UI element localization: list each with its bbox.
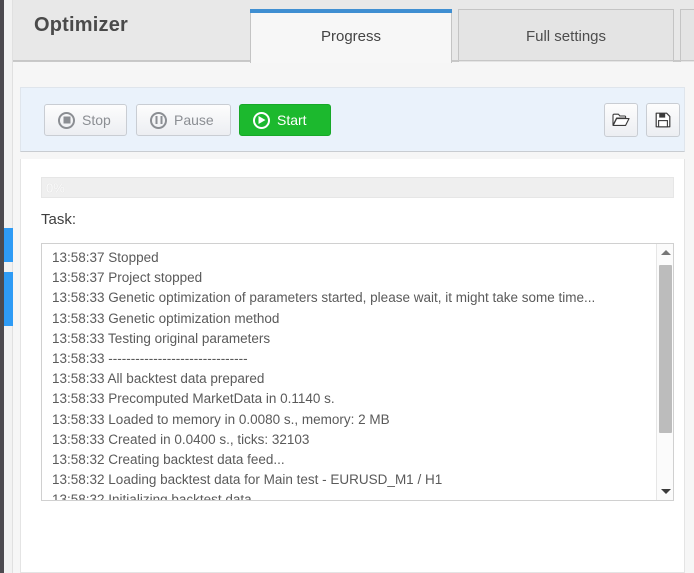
scroll-down-arrow-icon[interactable] [657, 483, 673, 500]
progress-percent-label: 0% [46, 180, 65, 195]
floppy-save-icon [655, 112, 671, 128]
pause-button[interactable]: Pause [136, 104, 231, 136]
log-line: 13:58:37 Project stopped [52, 270, 203, 286]
tab-progress-label: Progress [320, 27, 382, 45]
content-area: Stop Pause Start 0% Task: 13:58:37 Stopp… [13, 62, 694, 573]
tab-overflow[interactable] [680, 9, 694, 62]
scroll-up-arrow-icon[interactable] [657, 244, 673, 261]
scrollbar-thumb[interactable] [659, 265, 672, 433]
progress-bar: 0% [41, 177, 674, 198]
tab-strip: Optimizer Progress Full settings [4, 0, 694, 63]
log-line: 13:58:33 Created in 0.0400 s., ticks: 32… [52, 431, 310, 447]
log-line: 13:58:33 Loaded to memory in 0.0080 s., … [52, 411, 390, 427]
pause-button-label: Pause [174, 112, 214, 128]
log-line: 13:58:37 Stopped [52, 250, 159, 265]
log-line: 13:58:33 Genetic optimization method [52, 310, 280, 326]
optimizer-window: Optimizer Progress Full settings Stop Pa… [0, 0, 694, 573]
log-line: 13:58:32 Creating backtest data feed... [52, 452, 285, 468]
stop-button[interactable]: Stop [44, 104, 127, 136]
start-button[interactable]: Start [239, 104, 331, 136]
log-line: 13:58:33 Precomputed MarketData in 0.114… [52, 391, 335, 407]
log-line: 13:58:33 Testing original parameters [52, 330, 271, 346]
log-scrollbar[interactable] [656, 244, 673, 500]
tab-full-settings-label: Full settings [525, 27, 607, 45]
log-line: 13:58:33 Genetic optimization of paramet… [52, 290, 596, 306]
log-line: 13:58:32 Loading backtest data for Main … [52, 472, 443, 488]
log-line: 13:58:33 All backtest data prepared [52, 371, 265, 387]
stop-icon [58, 111, 75, 129]
run-toolbar: Stop Pause Start [20, 87, 685, 152]
play-icon [253, 111, 270, 129]
log-line: 13:58:33 ------------------------------- [52, 351, 248, 367]
tab-progress[interactable]: Progress [250, 9, 452, 63]
sidebar-accent-item-2[interactable] [4, 272, 13, 326]
pause-icon [150, 111, 167, 129]
progress-card: 0% Task: 13:58:37 Stopped 13:58:37 Projec… [20, 159, 685, 573]
log-line-list: 13:58:37 Stopped 13:58:37 Project stopped… [42, 248, 655, 500]
window-left-edge [0, 0, 4, 573]
log-box[interactable]: 13:58:37 Stopped 13:58:37 Project stopped… [41, 243, 674, 501]
tab-full-settings[interactable]: Full settings [458, 9, 674, 62]
start-button-label: Start [277, 112, 307, 128]
stop-button-label: Stop [82, 112, 111, 128]
log-line: 13:58:32 Initializing backtest data [52, 492, 252, 500]
task-label: Task: [41, 211, 77, 228]
sidebar-accent-item-1[interactable] [4, 228, 13, 262]
open-button[interactable] [604, 103, 638, 137]
page-title: Optimizer [34, 14, 129, 36]
save-button[interactable] [646, 103, 680, 137]
folder-open-icon [612, 113, 630, 126]
